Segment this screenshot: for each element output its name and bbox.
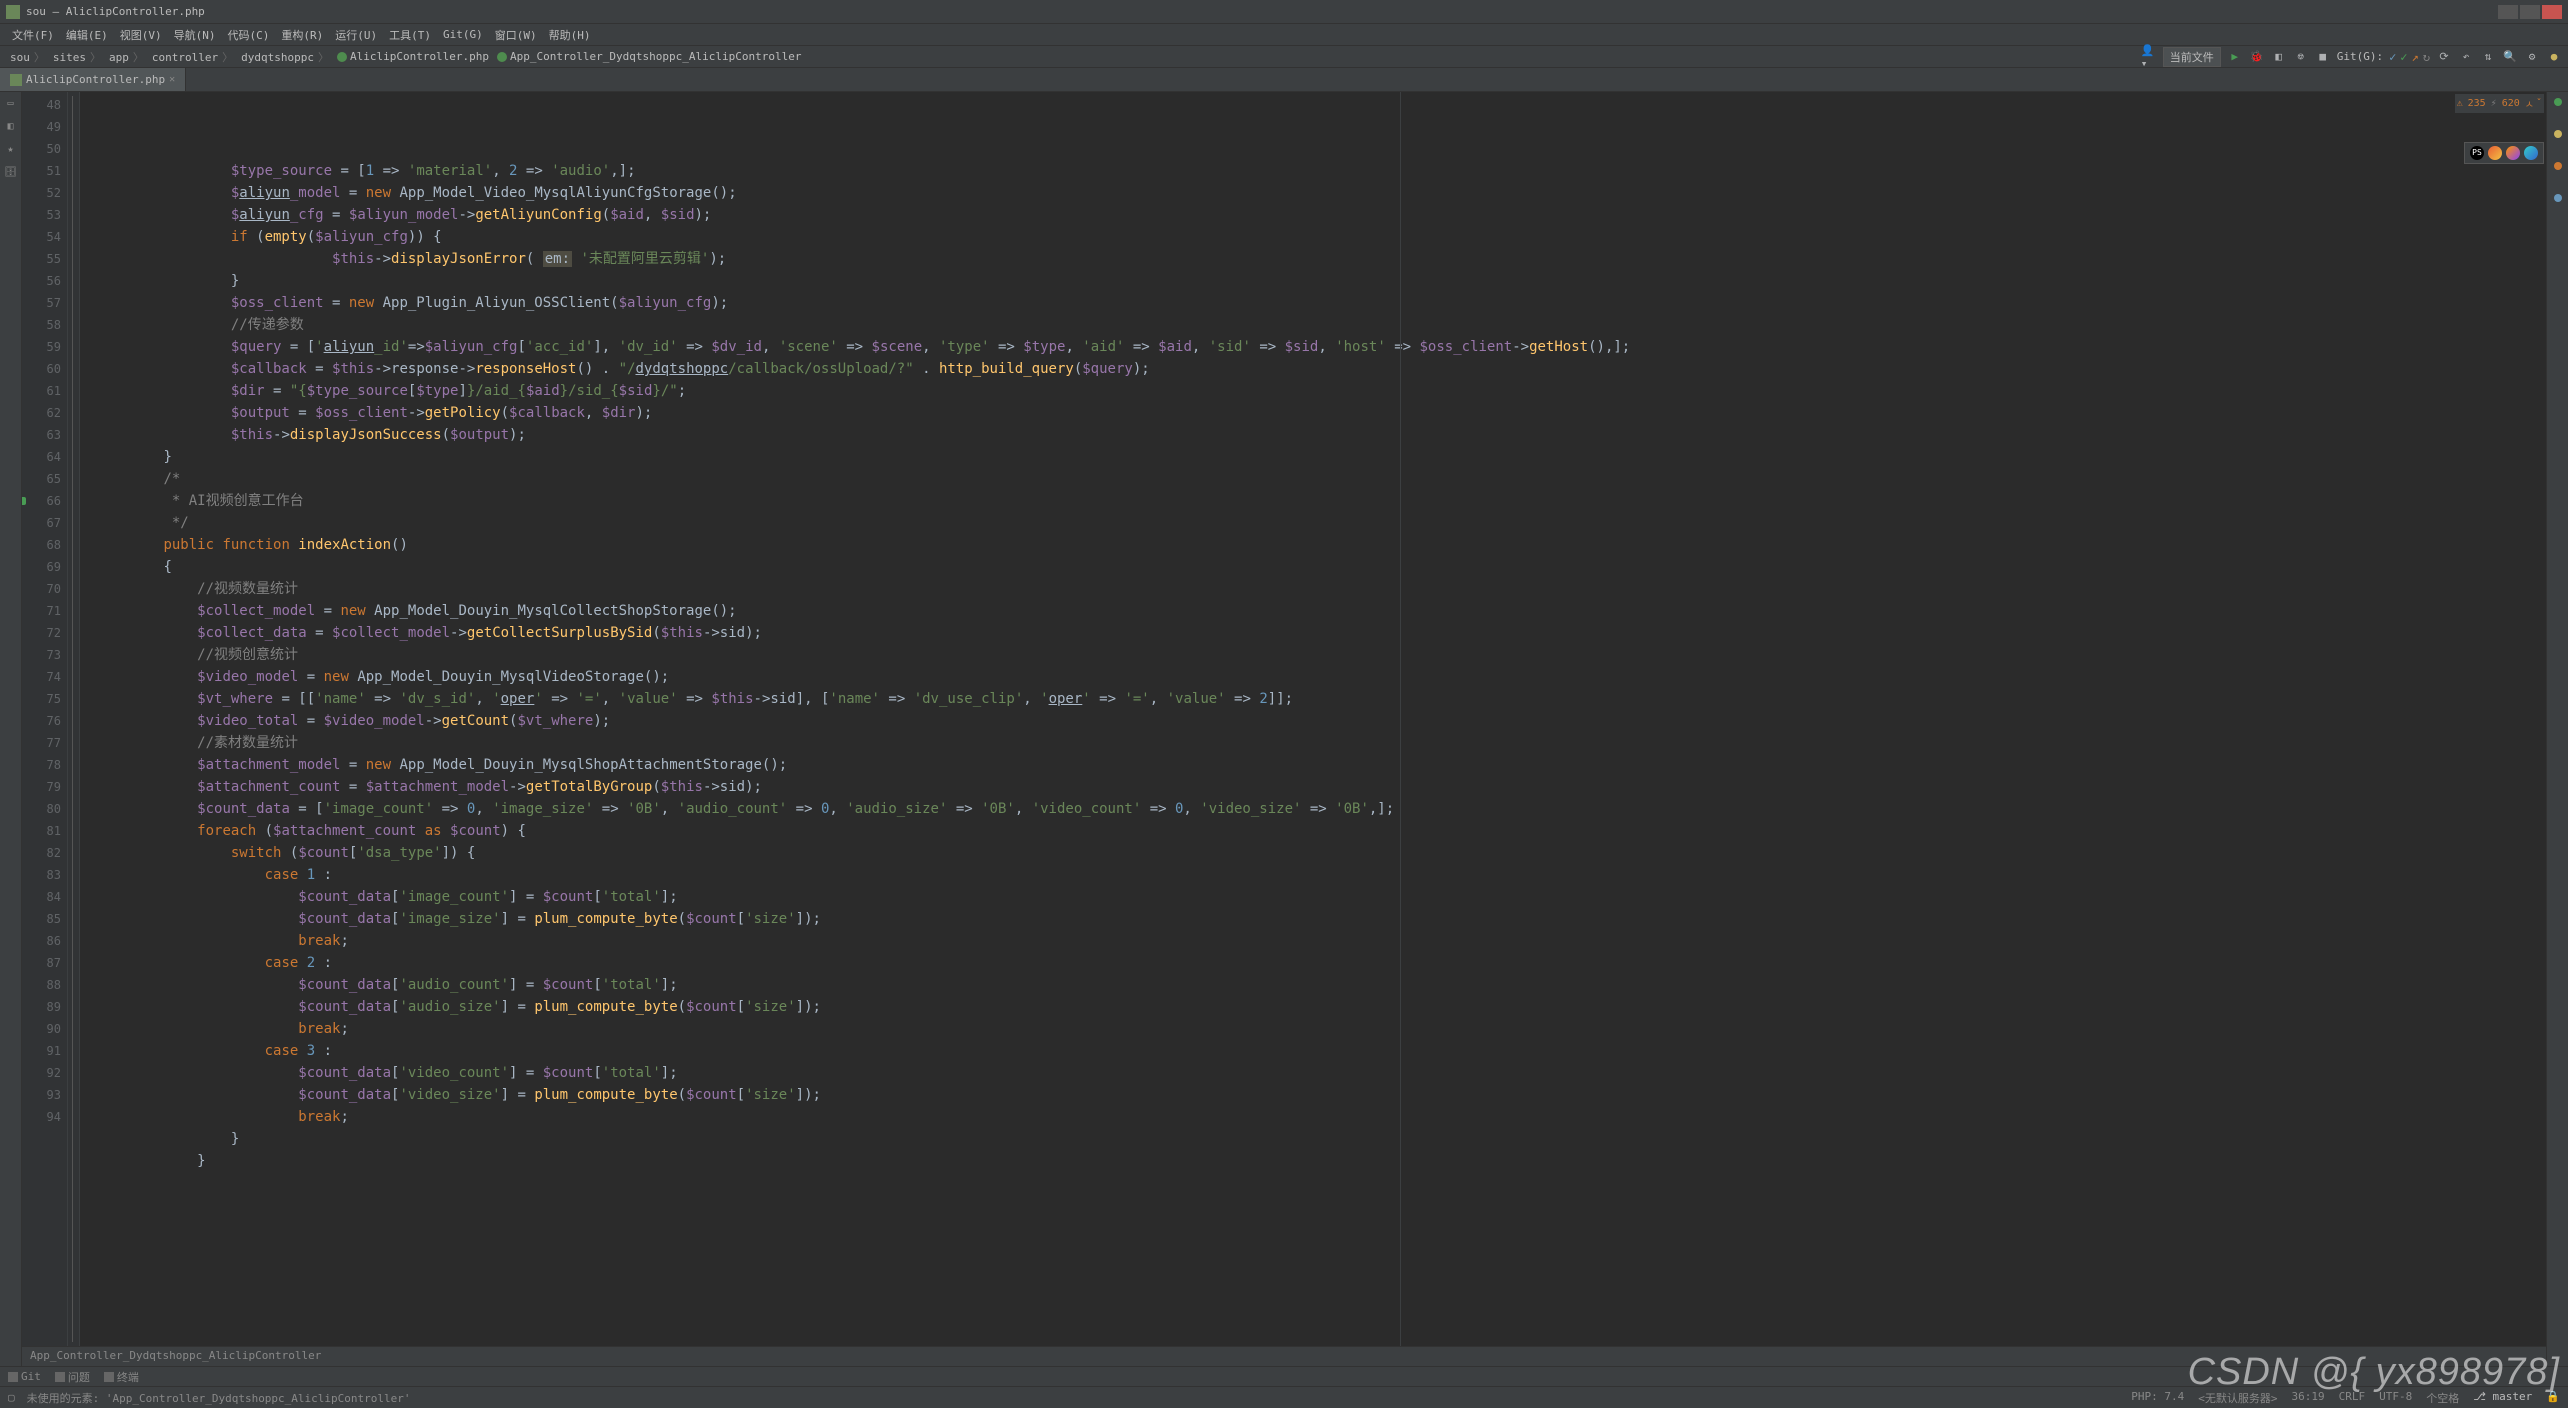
bottom-breadcrumb[interactable]: App_Controller_Dydqtshoppc_AliclipContro…	[22, 1346, 2546, 1366]
editor-tab[interactable]: AliclipController.php ✕	[0, 68, 186, 91]
status-php[interactable]: PHP: 7.4	[2131, 1390, 2184, 1406]
php-file-icon	[10, 74, 22, 86]
notification-icon[interactable]	[2554, 98, 2562, 106]
structure-toolwindow-icon[interactable]: ◧	[7, 121, 13, 132]
status-square-icon[interactable]: ▢	[8, 1391, 15, 1404]
project-toolwindow-icon[interactable]: ▭	[7, 98, 13, 109]
menu-item[interactable]: 代码(C)	[222, 27, 276, 43]
status-server[interactable]: <无默认服务器>	[2198, 1390, 2277, 1406]
firefox-icon[interactable]	[2506, 146, 2520, 160]
menu-item[interactable]: 编辑(E)	[60, 27, 114, 43]
statusbar: ▢ 未使用的元素: 'App_Controller_Dydqtshoppc_Al…	[0, 1386, 2568, 1408]
inspection-widget[interactable]: ⚠235 ⚡620 ㅅˇ	[2455, 94, 2544, 113]
menu-item[interactable]: 帮助(H)	[543, 27, 597, 43]
debug-button[interactable]: 🐞	[2249, 49, 2265, 65]
menu-item[interactable]: Git(G)	[437, 28, 489, 41]
git-status[interactable]: ✓✓↗↻	[2389, 50, 2430, 64]
toolwindow-tab[interactable]: 问题	[55, 1369, 90, 1385]
navbar: sousitesappcontrollerdydqtshoppc Aliclip…	[0, 46, 2568, 68]
status-spaces[interactable]: 个空格	[2426, 1390, 2459, 1406]
menu-item[interactable]: 导航(N)	[168, 27, 222, 43]
app-icon	[6, 5, 20, 19]
breadcrumb-item[interactable]: sou	[6, 51, 49, 64]
revert-icon[interactable]: ↶	[2458, 49, 2474, 65]
browser-icons[interactable]: PS	[2464, 142, 2544, 164]
status-lock-icon[interactable]: 🔒	[2546, 1390, 2560, 1406]
database-icon[interactable]	[2554, 162, 2562, 170]
sync-icon[interactable]: ⇅	[2480, 49, 2496, 65]
right-toolwindow-stripe[interactable]	[2546, 92, 2568, 1366]
toolwindow-tab[interactable]: 终端	[104, 1369, 139, 1385]
user-icon[interactable]: 👤▾	[2141, 49, 2157, 65]
breadcrumb-file[interactable]: AliclipController.php	[333, 50, 493, 63]
maximize-button[interactable]	[2520, 5, 2540, 19]
search-icon[interactable]: 🔍	[2502, 49, 2518, 65]
breadcrumb-class[interactable]: App_Controller_Dydqtshoppc_AliclipContro…	[493, 50, 805, 63]
window-title: sou – AliclipController.php	[26, 5, 2496, 18]
fold-column[interactable]	[68, 92, 80, 1346]
database-toolwindow-icon[interactable]: 🗄	[4, 167, 17, 178]
settings-icon[interactable]: ⚙	[2524, 49, 2540, 65]
status-encoding[interactable]: UTF-8	[2379, 1390, 2412, 1406]
menu-item[interactable]: 窗口(W)	[489, 27, 543, 43]
chrome-icon[interactable]	[2488, 146, 2502, 160]
stop-button[interactable]: ■	[2315, 49, 2331, 65]
edge-icon[interactable]	[2524, 146, 2538, 160]
remote-icon[interactable]	[2554, 194, 2562, 202]
status-position[interactable]: 36:19	[2291, 1390, 2324, 1406]
tab-close-icon[interactable]: ✕	[169, 74, 175, 85]
titlebar: sou – AliclipController.php	[0, 0, 2568, 24]
history-icon[interactable]: ⟳	[2436, 49, 2452, 65]
breadcrumb-item[interactable]: dydqtshoppc	[237, 51, 333, 64]
tab-label: AliclipController.php	[26, 73, 165, 86]
problems-icon[interactable]	[2554, 130, 2562, 138]
menu-item[interactable]: 重构(R)	[275, 27, 329, 43]
menubar: 文件(F)编辑(E)视图(V)导航(N)代码(C)重构(R)运行(U)工具(T)…	[0, 24, 2568, 46]
git-label: Git(G):	[2337, 50, 2383, 63]
breadcrumb-item[interactable]: app	[105, 51, 148, 64]
bottom-toolwindow-bar: Git 问题终端	[0, 1366, 2568, 1386]
status-message: 未使用的元素: 'App_Controller_Dydqtshoppc_Alic…	[27, 1390, 411, 1406]
status-branch[interactable]: ⎇ master	[2473, 1390, 2532, 1406]
coverage-button[interactable]: ◧	[2271, 49, 2287, 65]
menu-item[interactable]: 文件(F)	[6, 27, 60, 43]
breadcrumb-item[interactable]: controller	[148, 51, 237, 64]
minimize-button[interactable]	[2498, 5, 2518, 19]
help-icon[interactable]: ●	[2546, 49, 2562, 65]
run-config-select[interactable]: 当前文件	[2163, 47, 2221, 67]
menu-item[interactable]: 视图(V)	[114, 27, 168, 43]
menu-item[interactable]: 运行(U)	[329, 27, 383, 43]
breadcrumb-item[interactable]: sites	[49, 51, 105, 64]
class-icon	[497, 52, 507, 62]
wrap-guide	[1400, 92, 1401, 1346]
menu-item[interactable]: 工具(T)	[383, 27, 437, 43]
run-button[interactable]: ▶	[2227, 49, 2243, 65]
toolwindow-tab[interactable]: Git	[8, 1370, 41, 1383]
phpstorm-icon[interactable]: PS	[2470, 146, 2484, 160]
left-toolwindow-stripe[interactable]: ▭ ◧ ★ 🗄	[0, 92, 22, 1366]
gutter-line-numbers[interactable]: 4849505152535455565758596061626364656667…	[22, 92, 68, 1346]
profile-button[interactable]: ⎊	[2293, 49, 2309, 65]
editor: 4849505152535455565758596061626364656667…	[22, 92, 2546, 1366]
code-content[interactable]: $type_source = [1 => 'material', 2 => 'a…	[80, 92, 2546, 1346]
tabbar: AliclipController.php ✕	[0, 68, 2568, 92]
close-button[interactable]	[2542, 5, 2562, 19]
status-crlf[interactable]: CRLF	[2339, 1390, 2366, 1406]
php-file-icon	[337, 52, 347, 62]
favorites-toolwindow-icon[interactable]: ★	[7, 144, 13, 155]
